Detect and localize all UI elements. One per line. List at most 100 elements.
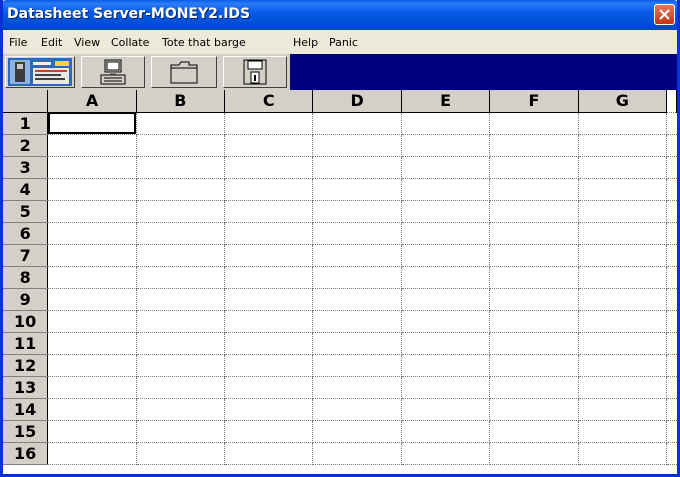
cell-c15[interactable] bbox=[224, 420, 314, 443]
cell-f9[interactable] bbox=[489, 288, 579, 311]
cell-partial[interactable] bbox=[666, 376, 677, 399]
column-header-a[interactable]: A bbox=[47, 90, 137, 113]
column-header-d[interactable]: D bbox=[312, 90, 402, 113]
cell-a6[interactable] bbox=[47, 222, 137, 245]
cell-d15[interactable] bbox=[312, 420, 402, 443]
cell-c3[interactable] bbox=[224, 156, 314, 179]
cell-a9[interactable] bbox=[47, 288, 137, 311]
cell-b2[interactable] bbox=[136, 134, 226, 157]
column-header-f[interactable]: F bbox=[489, 90, 579, 113]
cell-c5[interactable] bbox=[224, 200, 314, 223]
cell-c7[interactable] bbox=[224, 244, 314, 267]
cell-a3[interactable] bbox=[47, 156, 137, 179]
cell-a16[interactable] bbox=[47, 442, 137, 465]
cell-g12[interactable] bbox=[578, 354, 668, 377]
row-header-12[interactable]: 12 bbox=[3, 354, 49, 377]
cell-f8[interactable] bbox=[489, 266, 579, 289]
cell-c14[interactable] bbox=[224, 398, 314, 421]
cell-e5[interactable] bbox=[401, 200, 491, 223]
menu-tote-that-barge[interactable]: Tote that barge bbox=[162, 36, 246, 49]
cell-d14[interactable] bbox=[312, 398, 402, 421]
cell-a13[interactable] bbox=[47, 376, 137, 399]
cell-g6[interactable] bbox=[578, 222, 668, 245]
cell-g11[interactable] bbox=[578, 332, 668, 355]
cell-b11[interactable] bbox=[136, 332, 226, 355]
cell-c13[interactable] bbox=[224, 376, 314, 399]
cell-f13[interactable] bbox=[489, 376, 579, 399]
save-disk-button[interactable] bbox=[223, 56, 287, 88]
cell-e13[interactable] bbox=[401, 376, 491, 399]
column-header-h-partial[interactable] bbox=[666, 90, 677, 113]
cell-partial[interactable] bbox=[666, 398, 677, 421]
cell-g15[interactable] bbox=[578, 420, 668, 443]
cell-partial[interactable] bbox=[666, 156, 677, 179]
cell-b12[interactable] bbox=[136, 354, 226, 377]
cell-e3[interactable] bbox=[401, 156, 491, 179]
column-header-g[interactable]: G bbox=[578, 90, 668, 113]
select-all-corner[interactable] bbox=[3, 90, 49, 113]
cell-a7[interactable] bbox=[47, 244, 137, 267]
row-header-1[interactable]: 1 bbox=[3, 112, 49, 135]
cell-c2[interactable] bbox=[224, 134, 314, 157]
cell-d3[interactable] bbox=[312, 156, 402, 179]
row-header-3[interactable]: 3 bbox=[3, 156, 49, 179]
row-header-10[interactable]: 10 bbox=[3, 310, 49, 333]
row-header-2[interactable]: 2 bbox=[3, 134, 49, 157]
cell-d16[interactable] bbox=[312, 442, 402, 465]
cell-f2[interactable] bbox=[489, 134, 579, 157]
cell-partial[interactable] bbox=[666, 420, 677, 443]
cell-c9[interactable] bbox=[224, 288, 314, 311]
cell-c8[interactable] bbox=[224, 266, 314, 289]
row-header-13[interactable]: 13 bbox=[3, 376, 49, 399]
row-header-6[interactable]: 6 bbox=[3, 222, 49, 245]
row-header-14[interactable]: 14 bbox=[3, 398, 49, 421]
cell-e6[interactable] bbox=[401, 222, 491, 245]
cell-a1[interactable] bbox=[47, 112, 137, 135]
cell-partial[interactable] bbox=[666, 266, 677, 289]
cell-d6[interactable] bbox=[312, 222, 402, 245]
row-header-7[interactable]: 7 bbox=[3, 244, 49, 267]
cell-e7[interactable] bbox=[401, 244, 491, 267]
cell-f10[interactable] bbox=[489, 310, 579, 333]
row-header-15[interactable]: 15 bbox=[3, 420, 49, 443]
cell-b7[interactable] bbox=[136, 244, 226, 267]
cell-d4[interactable] bbox=[312, 178, 402, 201]
cell-f3[interactable] bbox=[489, 156, 579, 179]
cell-c10[interactable] bbox=[224, 310, 314, 333]
cell-d9[interactable] bbox=[312, 288, 402, 311]
menu-panic[interactable]: Panic bbox=[329, 36, 358, 49]
cell-e8[interactable] bbox=[401, 266, 491, 289]
cell-e15[interactable] bbox=[401, 420, 491, 443]
cell-b6[interactable] bbox=[136, 222, 226, 245]
cell-g14[interactable] bbox=[578, 398, 668, 421]
cell-b9[interactable] bbox=[136, 288, 226, 311]
cell-d11[interactable] bbox=[312, 332, 402, 355]
cell-b15[interactable] bbox=[136, 420, 226, 443]
cell-c4[interactable] bbox=[224, 178, 314, 201]
row-header-9[interactable]: 9 bbox=[3, 288, 49, 311]
cell-b13[interactable] bbox=[136, 376, 226, 399]
cell-f7[interactable] bbox=[489, 244, 579, 267]
cell-b4[interactable] bbox=[136, 178, 226, 201]
cell-c12[interactable] bbox=[224, 354, 314, 377]
cell-b1[interactable] bbox=[136, 112, 226, 135]
cell-e11[interactable] bbox=[401, 332, 491, 355]
cell-g13[interactable] bbox=[578, 376, 668, 399]
cell-d12[interactable] bbox=[312, 354, 402, 377]
app-picture-button[interactable] bbox=[5, 56, 75, 88]
cell-f15[interactable] bbox=[489, 420, 579, 443]
cell-g9[interactable] bbox=[578, 288, 668, 311]
cell-g4[interactable] bbox=[578, 178, 668, 201]
cell-d2[interactable] bbox=[312, 134, 402, 157]
close-button[interactable] bbox=[654, 4, 675, 25]
cell-f16[interactable] bbox=[489, 442, 579, 465]
cell-e4[interactable] bbox=[401, 178, 491, 201]
cell-f1[interactable] bbox=[489, 112, 579, 135]
cell-e16[interactable] bbox=[401, 442, 491, 465]
cell-e9[interactable] bbox=[401, 288, 491, 311]
cell-c1[interactable] bbox=[224, 112, 314, 135]
cell-f4[interactable] bbox=[489, 178, 579, 201]
cell-c6[interactable] bbox=[224, 222, 314, 245]
cell-g16[interactable] bbox=[578, 442, 668, 465]
cell-partial[interactable] bbox=[666, 310, 677, 333]
